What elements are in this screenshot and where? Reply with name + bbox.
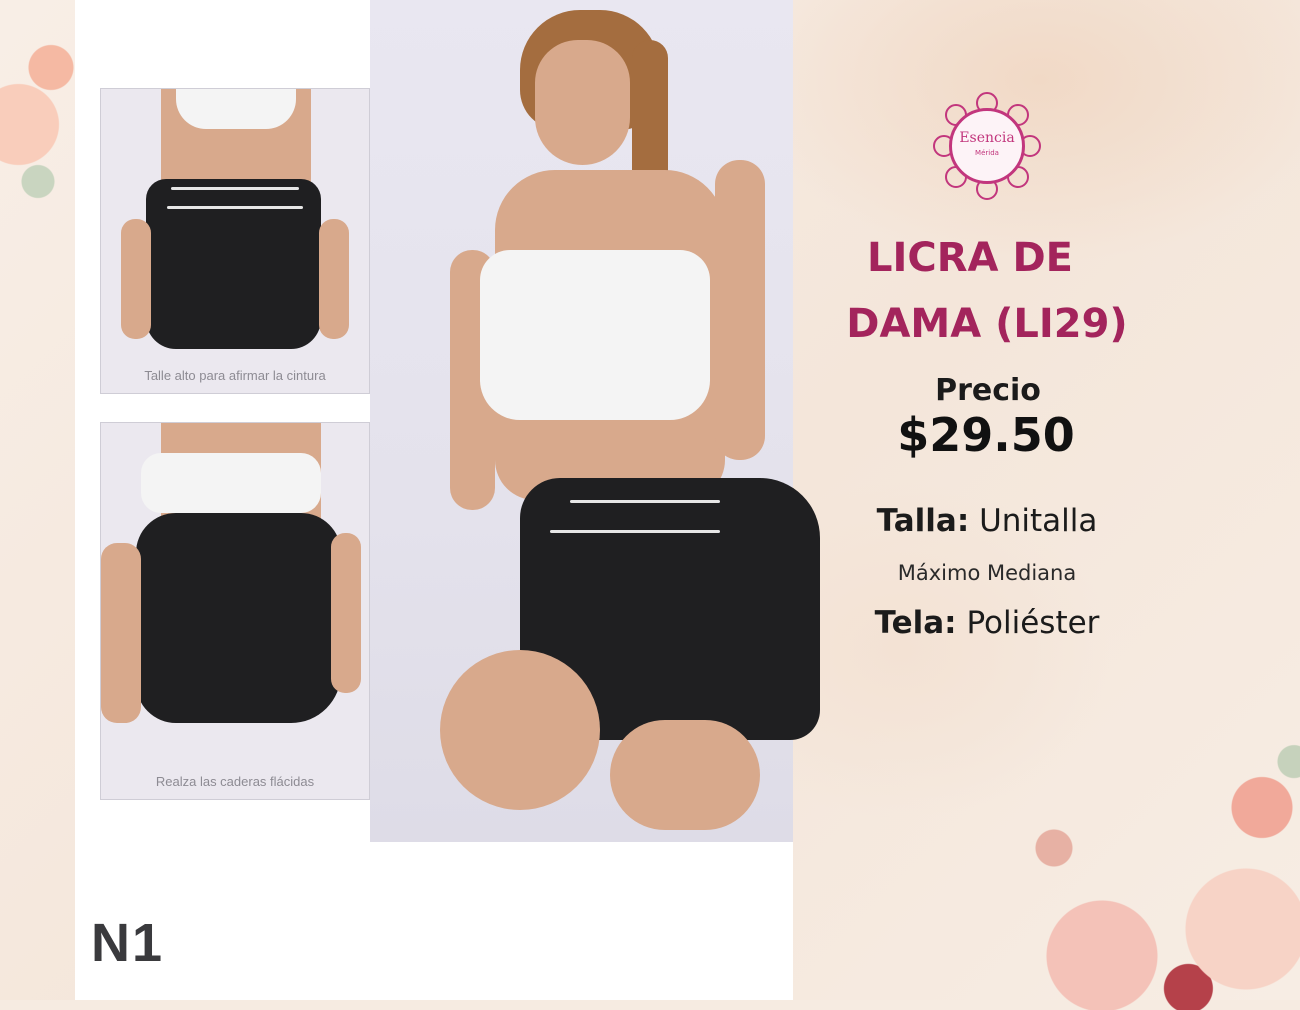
face — [535, 40, 630, 165]
waist-band-line — [550, 530, 720, 533]
black-shorts — [136, 513, 341, 723]
waist-band-line — [570, 500, 720, 503]
waist-band-line — [171, 187, 299, 190]
price-value: $29.50 — [897, 408, 1075, 462]
white-top — [176, 89, 296, 129]
fabric-spec: Tela: Poliéster — [820, 605, 1154, 641]
size-note: Máximo Mediana — [897, 561, 1077, 585]
leg-left — [440, 650, 600, 810]
arm-left — [101, 543, 141, 723]
brand-logo: Esencia Mérida — [928, 87, 1046, 205]
black-shorts — [146, 179, 321, 349]
product-title-line2: DAMA (LI29) — [846, 301, 1128, 347]
inset-caption: Realza las caderas flácidas — [155, 774, 315, 789]
inset-photo-front: Talle alto para afirmar la cintura — [100, 88, 370, 394]
size-label: Talla: — [876, 503, 970, 539]
white-top — [141, 453, 321, 513]
product-photo-panel: Talle alto para afirmar la cintura Realz… — [75, 0, 820, 1000]
fabric-value: Poliéster — [966, 605, 1100, 641]
fabric-label: Tela: — [874, 605, 957, 641]
logo-circle — [949, 108, 1025, 184]
product-title-line1: LICRA DE — [867, 235, 1073, 281]
arm-raised — [715, 160, 765, 460]
logo-subtitle: Mérida — [975, 149, 999, 157]
arm-right — [331, 533, 361, 693]
white-top — [480, 250, 710, 420]
size-spec: Talla: Unitalla — [820, 503, 1154, 539]
waist-band-line — [167, 206, 303, 209]
arm-left — [121, 219, 151, 339]
arm-right — [319, 219, 349, 339]
logo-name: Esencia — [959, 130, 1015, 146]
inset-photo-back: Realza las caderas flácidas — [100, 422, 370, 800]
flower-decoration-bottom-right — [990, 740, 1300, 1010]
inset-caption: Talle alto para afirmar la cintura — [144, 368, 326, 383]
main-model-photo — [370, 0, 820, 842]
leg-right — [610, 720, 760, 830]
code-label: N1 — [91, 913, 165, 973]
price-label: Precio — [935, 373, 1041, 408]
size-value: Unitalla — [979, 503, 1098, 539]
